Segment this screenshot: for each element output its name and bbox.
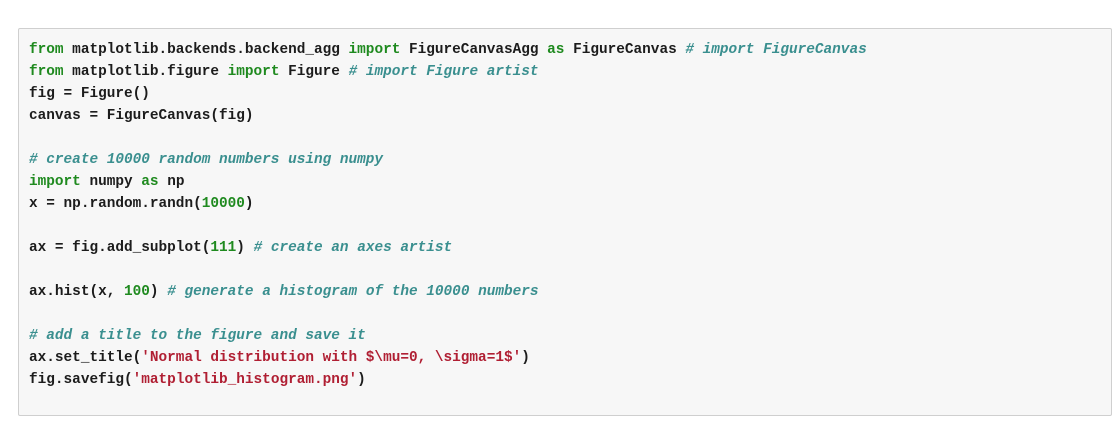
comment-token: # import FigureCanvas bbox=[685, 42, 867, 58]
code-token: ax.hist(x, bbox=[29, 284, 124, 300]
keyword-token: from bbox=[29, 64, 64, 80]
code-token: np bbox=[158, 174, 185, 190]
keyword-token: import bbox=[348, 42, 401, 58]
string-token: 'matplotlib_histogram.png' bbox=[132, 372, 358, 388]
code-token: x = np.random.randn( bbox=[29, 196, 202, 212]
code-token: canvas = FigureCanvas(fig) bbox=[29, 108, 254, 124]
code-editor[interactable]: from matplotlib.backends.backend_agg imp… bbox=[29, 39, 867, 391]
code-token: ) bbox=[236, 240, 254, 256]
keyword-token: import bbox=[227, 64, 280, 80]
code-line: ax = fig.add_subplot(111) # create an ax… bbox=[29, 237, 867, 259]
number-token: 111 bbox=[210, 240, 237, 256]
code-token: ) bbox=[149, 284, 168, 300]
comment-token: # create 10000 random numbers using nump… bbox=[29, 152, 384, 168]
code-token: matplotlib.backends.backend_agg bbox=[63, 42, 349, 58]
code-token: ax = fig.add_subplot( bbox=[29, 240, 211, 256]
code-token: ) bbox=[244, 196, 254, 212]
code-line: import numpy as np bbox=[29, 171, 867, 193]
code-token: Figure bbox=[279, 64, 349, 80]
code-token: ) bbox=[521, 350, 530, 366]
code-line: # add a title to the figure and save it bbox=[29, 325, 867, 347]
code-token: numpy bbox=[80, 174, 142, 190]
comment-token: # add a title to the figure and save it bbox=[29, 328, 366, 344]
code-cell[interactable]: from matplotlib.backends.backend_agg imp… bbox=[18, 28, 1112, 416]
keyword-token: as bbox=[141, 174, 159, 190]
code-token: FigureCanvasAgg bbox=[400, 42, 548, 58]
code-line: fig.savefig('matplotlib_histogram.png') bbox=[29, 369, 867, 391]
code-token: fig.savefig( bbox=[29, 372, 133, 388]
code-line: from matplotlib.backends.backend_agg imp… bbox=[29, 39, 867, 61]
code-line: from matplotlib.figure import Figure # i… bbox=[29, 61, 867, 83]
number-token: 10000 bbox=[201, 196, 245, 212]
keyword-token: import bbox=[29, 174, 81, 190]
string-token: 'Normal distribution with $\mu=0, \sigma… bbox=[141, 350, 522, 366]
code-token: FigureCanvas bbox=[564, 42, 686, 58]
code-token: matplotlib.figure bbox=[63, 64, 228, 80]
number-token: 100 bbox=[124, 284, 150, 300]
code-line: ax.hist(x, 100) # generate a histogram o… bbox=[29, 281, 867, 303]
code-line: canvas = FigureCanvas(fig) bbox=[29, 105, 867, 127]
code-line: ax.set_title('Normal distribution with $… bbox=[29, 347, 867, 369]
code-line: x = np.random.randn(10000) bbox=[29, 193, 867, 215]
keyword-token: as bbox=[547, 42, 565, 58]
code-line: fig = Figure() bbox=[29, 83, 867, 105]
comment-token: # generate a histogram of the 10000 numb… bbox=[167, 284, 539, 300]
keyword-token: from bbox=[29, 42, 64, 58]
comment-token: # import Figure artist bbox=[348, 64, 539, 80]
code-token: ax.set_title( bbox=[29, 350, 142, 366]
notebook-page: from matplotlib.backends.backend_agg imp… bbox=[0, 0, 1114, 440]
code-token: fig = Figure() bbox=[29, 86, 150, 102]
code-token: ) bbox=[357, 372, 366, 388]
comment-token: # create an axes artist bbox=[253, 240, 453, 256]
code-line: # create 10000 random numbers using nump… bbox=[29, 149, 867, 171]
